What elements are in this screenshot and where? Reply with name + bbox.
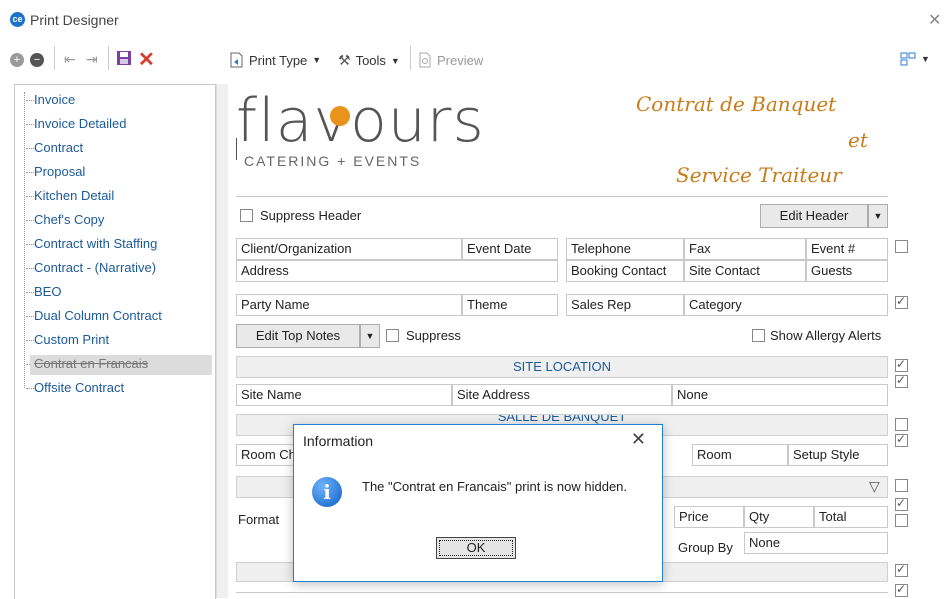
site-address-field[interactable]: Site Address — [452, 384, 672, 406]
dialog-message: The "Contrat en Francais" print is now h… — [362, 479, 628, 494]
heading-line3: Service Traiteur — [676, 163, 842, 187]
bottom-checkbox-2[interactable] — [895, 582, 908, 597]
window-close-icon[interactable]: ✕ — [928, 10, 941, 30]
dialog-title: Information — [303, 433, 374, 449]
menu-checkbox[interactable] — [895, 479, 908, 492]
layout-icon[interactable]: ▼ — [900, 52, 930, 66]
indent-icon[interactable]: ⇥ — [86, 51, 98, 68]
orange-logo-mark — [330, 106, 350, 126]
add-icon[interactable]: + — [10, 53, 24, 67]
menu-checkbox-2[interactable] — [895, 496, 908, 511]
category-field[interactable]: Category — [684, 294, 888, 316]
preview-button[interactable]: Preview — [418, 52, 483, 68]
edit-header-button[interactable]: Edit Header — [760, 204, 868, 228]
salle-checkbox-2[interactable] — [895, 432, 908, 447]
hammer-icon: ⚒ — [338, 52, 351, 68]
suppress-notes-checkbox[interactable] — [386, 329, 399, 342]
site-name-field[interactable]: Site Name — [236, 384, 452, 406]
heading-line1: Contrat de Banquet — [636, 92, 837, 116]
information-dialog: Information ✕ i The "Contrat en Francais… — [293, 424, 663, 582]
suppress-label: Suppress — [406, 328, 461, 343]
logo-tagline: CATERING + EVENTS — [244, 153, 422, 169]
tree-item[interactable]: Kitchen Detail — [34, 188, 114, 203]
party-name-field[interactable]: Party Name — [236, 294, 462, 316]
event-date-field[interactable]: Event Date — [462, 238, 558, 260]
ok-button[interactable]: OK — [436, 537, 516, 559]
salle-checkbox[interactable] — [895, 418, 908, 431]
delete-icon[interactable]: ✕ — [138, 47, 155, 72]
chevron-down-icon: ▼ — [312, 55, 322, 65]
tree-item[interactable]: Contract — [34, 140, 83, 155]
row1-checkbox[interactable] — [895, 240, 908, 253]
salle-de-banquet-label: SALLE DE BANQUET — [497, 414, 627, 424]
guests-field[interactable]: Guests — [806, 260, 888, 282]
tree-item[interactable]: Invoice — [34, 92, 75, 107]
preview-label: Preview — [437, 52, 484, 68]
tree-item[interactable]: BEO — [34, 284, 61, 299]
tree-item[interactable]: Custom Print — [34, 332, 109, 347]
tools-label: Tools — [355, 53, 386, 68]
tree-item[interactable]: Contract with Staffing — [34, 236, 157, 251]
theme-field[interactable]: Theme — [462, 294, 558, 316]
edit-header-dropdown[interactable]: ▼ — [868, 204, 888, 228]
site-location-header[interactable]: SITE LOCATION — [236, 356, 888, 378]
site-location-checkbox-2[interactable] — [895, 373, 908, 388]
room-ch-field[interactable]: Room Ch — [236, 444, 296, 466]
title-bar: ce Print Designer ✕ — [0, 0, 946, 38]
format-label: Format — [238, 512, 280, 527]
group-by-label: Group By — [678, 540, 733, 555]
heading-line2: et — [848, 128, 868, 152]
site-contact-field[interactable]: Site Contact — [684, 260, 806, 282]
edit-top-notes-dropdown[interactable]: ▼ — [360, 324, 380, 348]
tree-item[interactable]: Offsite Contract — [34, 380, 124, 395]
bottom-checkbox[interactable] — [895, 562, 908, 577]
site-none-field[interactable]: None — [672, 384, 888, 406]
suppress-header-label: Suppress Header — [260, 208, 362, 223]
room-field[interactable]: Room — [692, 444, 788, 466]
menu-checkbox-3[interactable] — [895, 514, 908, 527]
setup-style-field[interactable]: Setup Style — [788, 444, 888, 466]
tree-item[interactable]: Dual Column Contract — [34, 308, 162, 323]
chevron-down-icon: ▼ — [390, 55, 400, 66]
outdent-icon[interactable]: ⇤ — [64, 51, 76, 68]
edit-top-notes-button[interactable]: Edit Top Notes — [236, 324, 360, 348]
site-location-checkbox[interactable] — [895, 357, 908, 372]
address-field[interactable]: Address — [236, 260, 558, 282]
tools-button[interactable]: ⚒ Tools ▼ — [338, 52, 400, 69]
preview-icon — [419, 52, 431, 68]
page-arrow-icon — [230, 52, 243, 68]
tree-item[interactable]: Invoice Detailed — [34, 116, 127, 131]
suppress-header-checkbox[interactable] — [240, 209, 253, 222]
show-allergy-label: Show Allergy Alerts — [770, 328, 882, 343]
sales-rep-field[interactable]: Sales Rep — [566, 294, 684, 316]
dialog-close-icon[interactable]: ✕ — [631, 429, 646, 450]
telephone-field[interactable]: Telephone — [566, 238, 684, 260]
booking-contact-field[interactable]: Booking Contact — [566, 260, 684, 282]
tree-item[interactable]: Chef's Copy — [34, 212, 104, 227]
tree-item[interactable]: Contract - (Narrative) — [34, 260, 156, 275]
total-field[interactable]: Total — [814, 506, 888, 528]
window-title: Print Designer — [30, 12, 119, 28]
tree-item[interactable]: Proposal — [34, 164, 85, 179]
save-icon[interactable] — [116, 50, 132, 66]
group-by-select[interactable]: None — [744, 532, 888, 554]
remove-icon[interactable]: − — [30, 53, 44, 67]
filter-icon[interactable]: ▽ — [869, 478, 880, 495]
price-field[interactable]: Price — [674, 506, 744, 528]
fax-field[interactable]: Fax — [684, 238, 806, 260]
qty-field[interactable]: Qty — [744, 506, 814, 528]
flavours-logo: flavours — [236, 86, 485, 156]
print-type-button[interactable]: Print Type ▼ — [228, 52, 321, 68]
client-organization-field[interactable]: Client/Organization — [236, 238, 462, 260]
event-number-field[interactable]: Event # — [806, 238, 888, 260]
app-logo-icon: ce — [10, 12, 25, 27]
show-allergy-checkbox[interactable] — [752, 329, 765, 342]
row3-checkbox[interactable] — [895, 294, 908, 309]
print-type-label: Print Type — [249, 52, 308, 68]
tree-item[interactable]: Contrat en Francais — [34, 356, 148, 371]
info-icon: i — [312, 477, 342, 507]
